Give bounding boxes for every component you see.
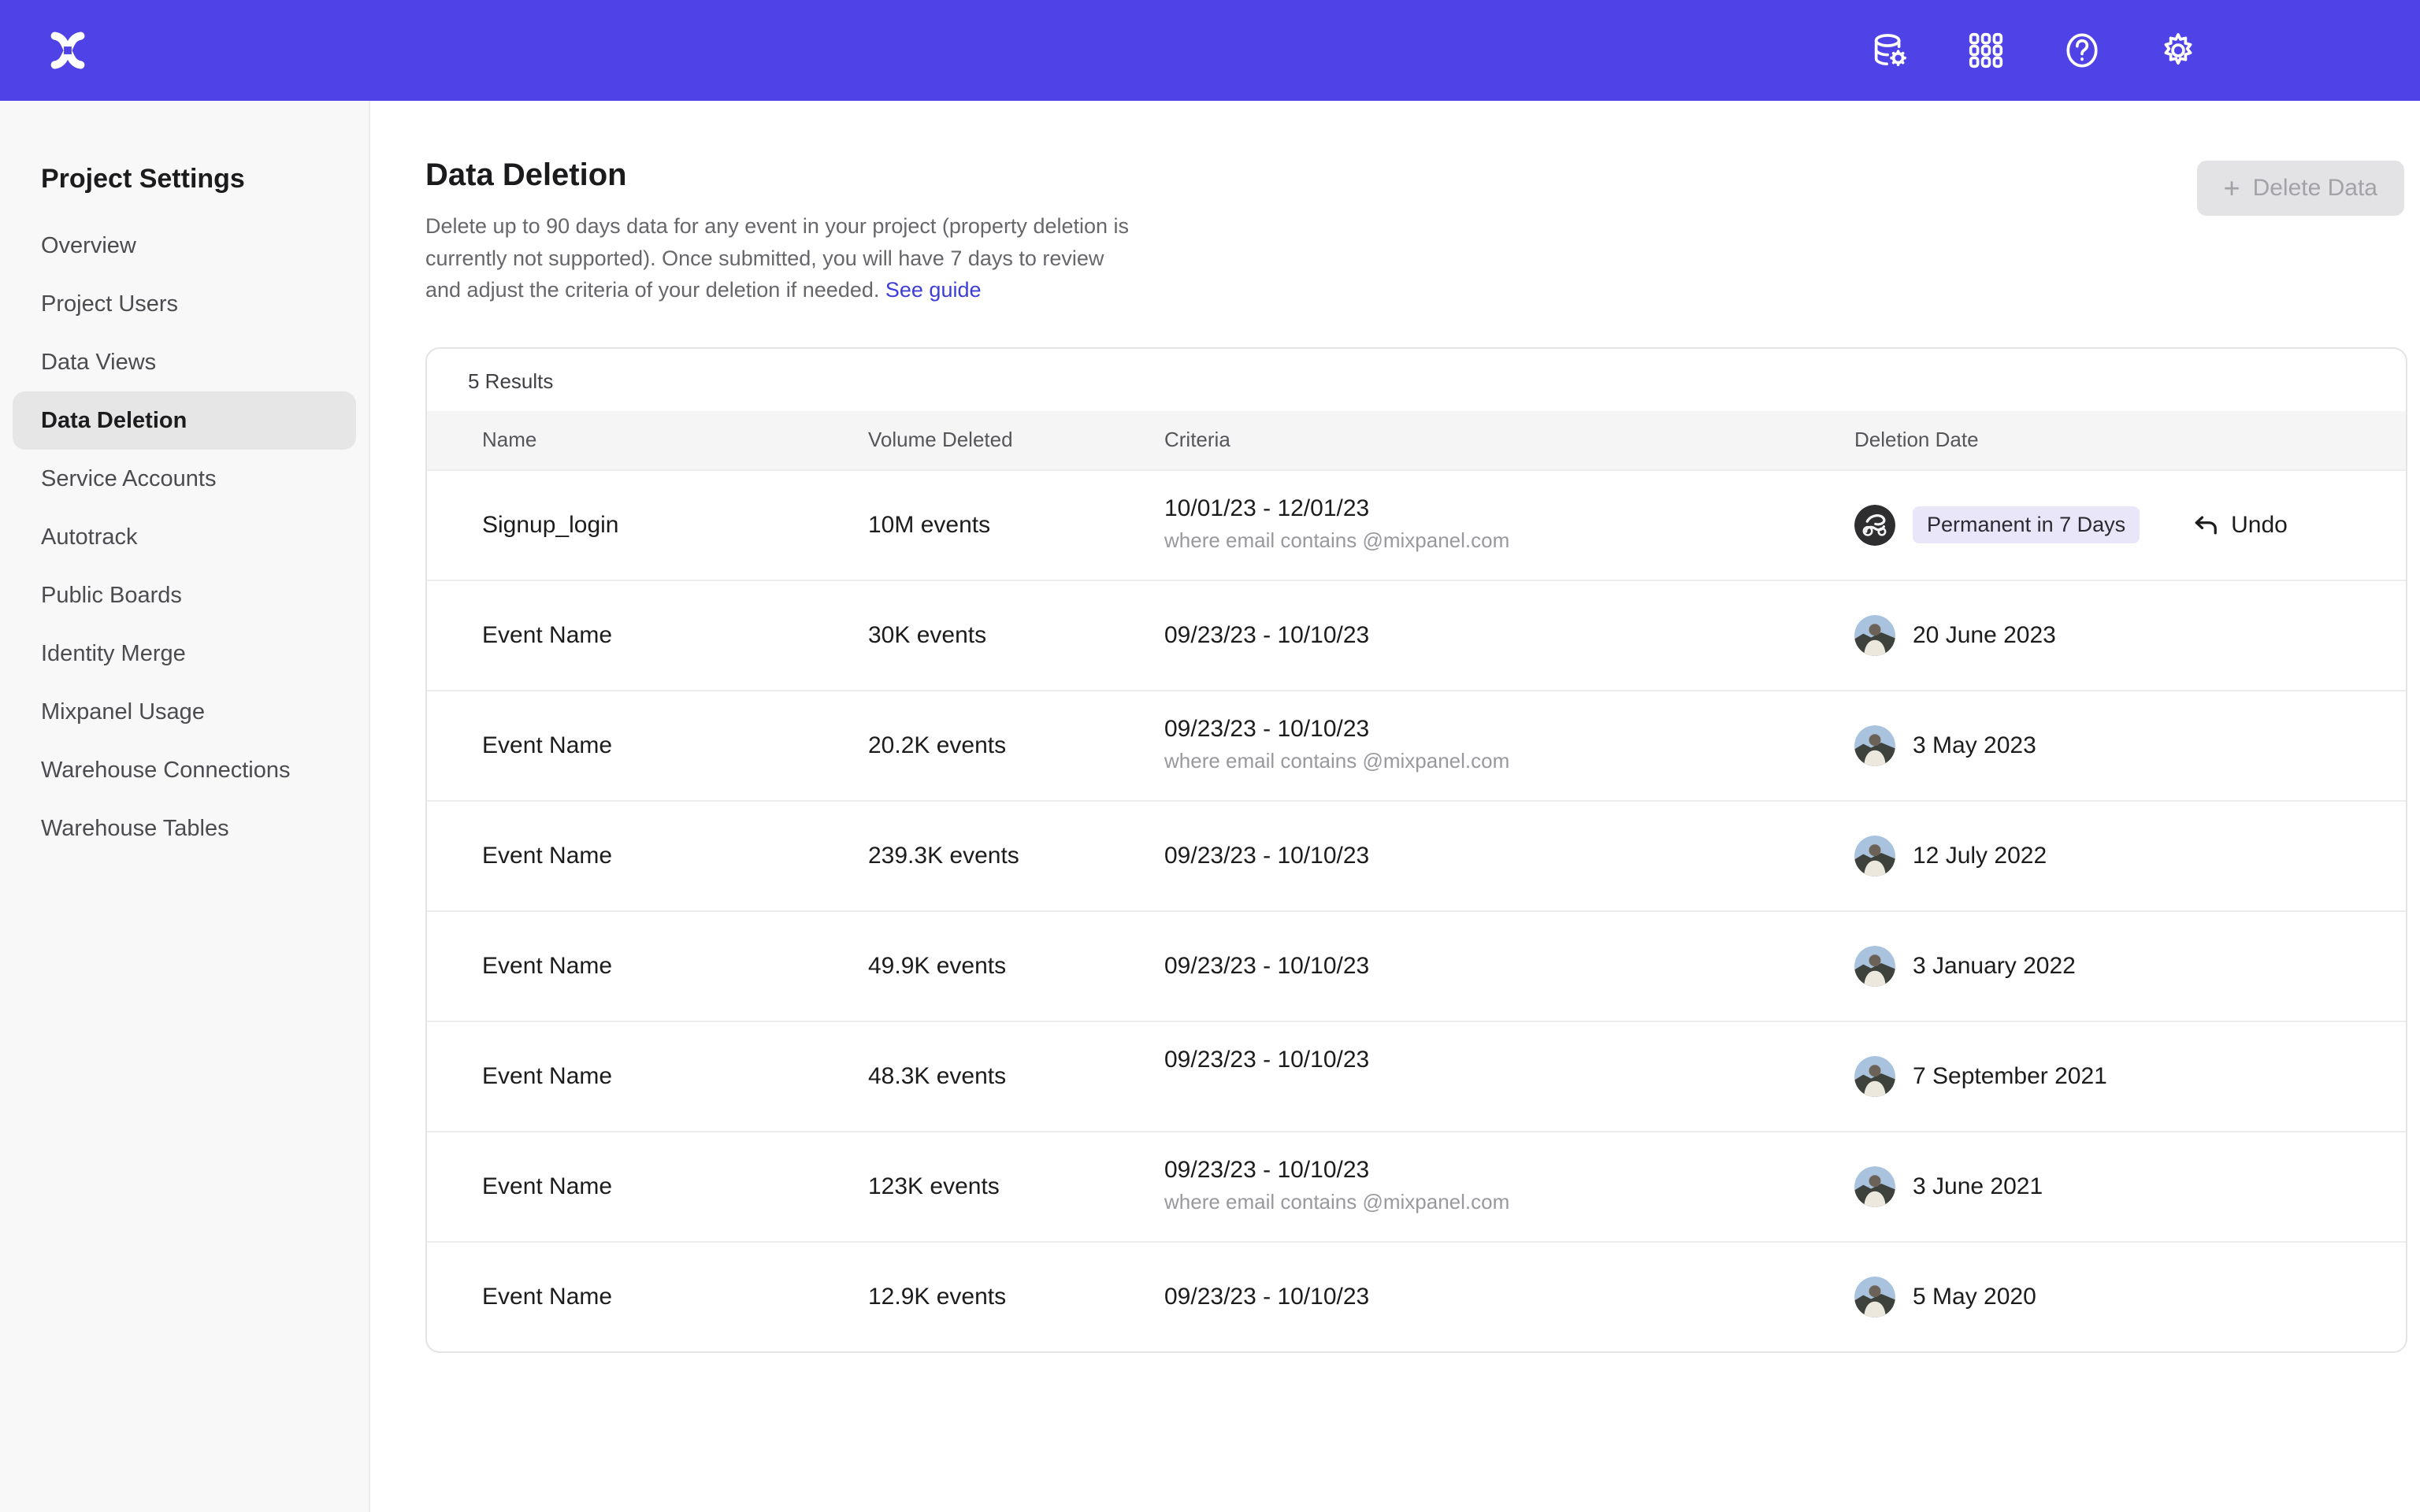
row-criteria-filter: where email contains @mixpanel.com xyxy=(1164,749,1854,776)
deletion-date: 7 September 2021 xyxy=(1913,1063,2107,1090)
row-criteria-filter: where email contains @mixpanel.com xyxy=(1164,1190,1854,1217)
row-volume: 30K events xyxy=(868,622,1164,649)
undo-button[interactable]: Undo xyxy=(2192,511,2288,539)
row-criteria-range: 09/23/23 - 10/10/23 xyxy=(1164,1047,1854,1073)
nav-icon-group xyxy=(1869,29,2199,72)
user-avatar xyxy=(1854,615,1895,656)
delete-data-button[interactable]: + Delete Data xyxy=(2197,161,2404,216)
column-header-deletion-date: Deletion Date xyxy=(1854,428,2368,452)
user-avatar xyxy=(1854,1166,1895,1207)
row-criteria-filter: where email contains @mixpanel.com xyxy=(1164,528,1854,555)
column-header-name: Name xyxy=(482,428,868,452)
table-row: Event Name 48.3K events 09/23/23 - 10/10… xyxy=(427,1021,2406,1131)
column-header-volume-deleted: Volume Deleted xyxy=(868,428,1164,452)
column-header-criteria: Criteria xyxy=(1164,428,1854,452)
sidebar-item-data-views[interactable]: Data Views xyxy=(13,333,356,391)
sidebar-item-autotrack[interactable]: Autotrack xyxy=(13,508,356,566)
table-header-row: Name Volume Deleted Criteria Deletion Da… xyxy=(427,411,2406,469)
sidebar-item-service-accounts[interactable]: Service Accounts xyxy=(13,450,356,508)
apps-grid-icon[interactable] xyxy=(1965,29,2007,72)
data-management-icon[interactable] xyxy=(1869,29,1911,72)
sidebar-item-identity-merge[interactable]: Identity Merge xyxy=(13,624,356,683)
row-criteria-range: 09/23/23 - 10/10/23 xyxy=(1164,622,1854,649)
table-row: Signup_login 10M events 10/01/23 - 12/01… xyxy=(427,469,2406,580)
sidebar-item-warehouse-tables[interactable]: Warehouse Tables xyxy=(13,799,356,858)
page-description: Delete up to 90 days data for any event … xyxy=(425,210,1138,306)
sidebar-item-overview[interactable]: Overview xyxy=(13,217,356,275)
page-title: Data Deletion xyxy=(425,158,1138,193)
sidebar-item-data-deletion[interactable]: Data Deletion xyxy=(13,391,356,450)
deletion-date: 3 June 2021 xyxy=(1913,1173,2043,1200)
row-volume: 48.3K events xyxy=(868,1063,1164,1090)
sidebar-item-warehouse-connections[interactable]: Warehouse Connections xyxy=(13,741,356,799)
row-name: Event Name xyxy=(482,843,868,869)
row-name: Event Name xyxy=(482,953,868,980)
row-name: Event Name xyxy=(482,1063,868,1090)
see-guide-link[interactable]: See guide xyxy=(885,278,982,302)
deletion-date: 12 July 2022 xyxy=(1913,843,2047,869)
table-row: Event Name 20.2K events 09/23/23 - 10/10… xyxy=(427,690,2406,800)
row-criteria-range: 10/01/23 - 12/01/23 xyxy=(1164,495,1854,522)
main-content: Data Deletion Delete up to 90 days data … xyxy=(370,101,2420,1512)
row-criteria-range: 09/23/23 - 10/10/23 xyxy=(1164,843,1854,869)
row-volume: 49.9K events xyxy=(868,953,1164,980)
sidebar-item-public-boards[interactable]: Public Boards xyxy=(13,566,356,624)
row-volume: 20.2K events xyxy=(868,732,1164,759)
results-count: 5 Results xyxy=(427,349,2406,411)
sidebar-item-project-users[interactable]: Project Users xyxy=(13,275,356,333)
project-settings-sidebar: Project Settings Overview Project Users … xyxy=(0,101,370,1512)
row-volume: 239.3K events xyxy=(868,843,1164,869)
row-name: Event Name xyxy=(482,732,868,759)
table-row: Event Name 239.3K events 09/23/23 - 10/1… xyxy=(427,800,2406,910)
table-row: Event Name 12.9K events 09/23/23 - 10/10… xyxy=(427,1241,2406,1351)
table-row: Event Name 49.9K events 09/23/23 - 10/10… xyxy=(427,910,2406,1021)
row-name: Event Name xyxy=(482,622,868,649)
table-row: Event Name 123K events 09/23/23 - 10/10/… xyxy=(427,1131,2406,1241)
row-criteria-range: 09/23/23 - 10/10/23 xyxy=(1164,716,1854,743)
top-navbar xyxy=(0,0,2420,101)
deletion-date: 20 June 2023 xyxy=(1913,622,2056,649)
sidebar-title: Project Settings xyxy=(13,164,356,217)
settings-icon[interactable] xyxy=(2157,29,2199,72)
help-icon[interactable] xyxy=(2061,29,2103,72)
undo-label: Undo xyxy=(2231,512,2288,539)
row-volume: 12.9K events xyxy=(868,1284,1164,1310)
mixpanel-logo-icon[interactable] xyxy=(44,27,91,74)
user-avatar xyxy=(1854,505,1895,546)
deletion-date: 3 January 2022 xyxy=(1913,953,2076,980)
table-row: Event Name 30K events 09/23/23 - 10/10/2… xyxy=(427,580,2406,690)
user-avatar xyxy=(1854,836,1895,876)
sidebar-item-mixpanel-usage[interactable]: Mixpanel Usage xyxy=(13,683,356,741)
row-criteria-range: 09/23/23 - 10/10/23 xyxy=(1164,1284,1854,1310)
row-volume: 123K events xyxy=(868,1173,1164,1200)
row-name: Signup_login xyxy=(482,512,868,539)
row-criteria-range: 09/23/23 - 10/10/23 xyxy=(1164,1157,1854,1184)
user-avatar xyxy=(1854,1056,1895,1097)
user-avatar xyxy=(1854,725,1895,766)
row-volume: 10M events xyxy=(868,512,1164,539)
undo-icon xyxy=(2192,511,2220,539)
status-badge: Permanent in 7 Days xyxy=(1913,506,2140,543)
page-description-text: Delete up to 90 days data for any event … xyxy=(425,214,1129,302)
deletion-date: 3 May 2023 xyxy=(1913,732,2036,759)
plus-icon: + xyxy=(2224,174,2240,202)
deletion-date: 5 May 2020 xyxy=(1913,1284,2036,1310)
row-name: Event Name xyxy=(482,1284,868,1310)
user-avatar xyxy=(1854,946,1895,987)
row-criteria-range: 09/23/23 - 10/10/23 xyxy=(1164,953,1854,980)
delete-data-button-label: Delete Data xyxy=(2253,175,2377,202)
row-criteria-filter xyxy=(1164,1080,1854,1106)
user-avatar xyxy=(1854,1277,1895,1317)
row-name: Event Name xyxy=(482,1173,868,1200)
deletion-requests-card: 5 Results Name Volume Deleted Criteria D… xyxy=(425,347,2407,1353)
